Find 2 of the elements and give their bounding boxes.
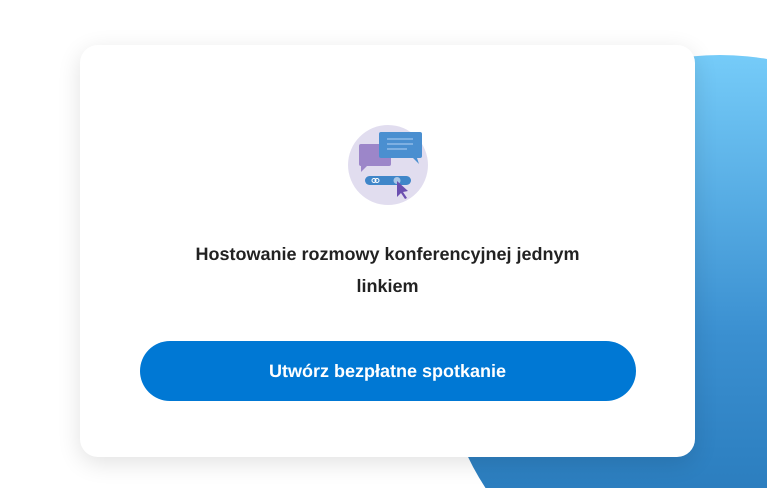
- create-meeting-button[interactable]: Utwórz bezpłatne spotkanie: [140, 341, 636, 401]
- card-title: Hostowanie rozmowy konferencyjnej jednym linkiem: [194, 243, 581, 298]
